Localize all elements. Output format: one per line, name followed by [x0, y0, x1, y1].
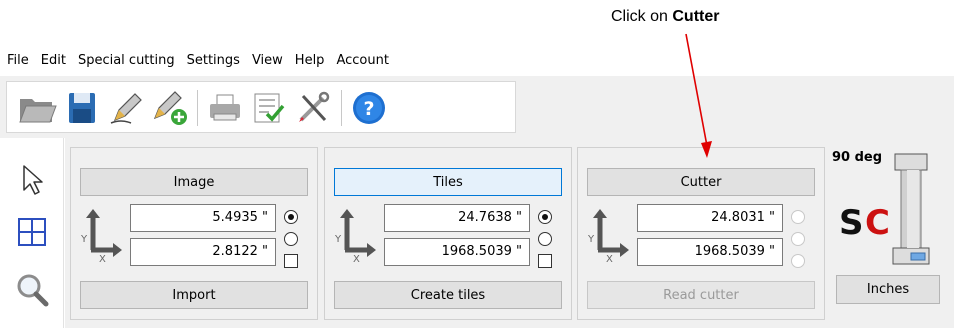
cutter-height-radio[interactable] — [791, 232, 805, 246]
image-lock-checkbox[interactable] — [284, 254, 298, 268]
create-tiles-button[interactable]: Create tiles — [334, 281, 562, 309]
cutter-width-field[interactable]: 24.8031 " — [637, 204, 783, 232]
pointer-arrow-icon[interactable] — [12, 160, 52, 200]
axis-icon: Y X — [587, 209, 629, 262]
svg-text:?: ? — [363, 98, 374, 120]
image-height-radio[interactable] — [284, 232, 298, 246]
cutter-group: Cutter Y X 24.8031 " 1968.5039 " Read cu… — [577, 147, 825, 320]
inches-button[interactable]: Inches — [836, 275, 940, 304]
toolbar-separator — [197, 90, 198, 126]
open-folder-icon[interactable] — [17, 90, 57, 126]
axis-y-label: Y — [80, 234, 88, 245]
cutter-machine-icon[interactable]: S C — [837, 152, 941, 270]
axis-icon: Y X — [80, 209, 122, 262]
instruction-callout: Click on Cutter — [611, 8, 719, 26]
tool-column — [0, 138, 64, 328]
menu-bar: File Edit Special cutting Settings View … — [0, 48, 954, 72]
pen-edit-icon[interactable] — [105, 90, 145, 126]
tools-icon[interactable] — [293, 90, 333, 126]
checklist-icon[interactable] — [249, 90, 289, 126]
axis-x-label: X — [606, 254, 613, 262]
cutter-extra-radio[interactable] — [791, 254, 805, 268]
axis-icon: Y X — [334, 209, 376, 262]
main-panel: Image Y X 5.4935 " 2.8122 " Import Tiles… — [65, 138, 954, 328]
grid-select-icon[interactable] — [12, 212, 52, 252]
cutter-height-field[interactable]: 1968.5039 " — [637, 238, 783, 266]
print-icon[interactable] — [205, 90, 245, 126]
image-height-field[interactable]: 2.8122 " — [130, 238, 276, 266]
tiles-width-radio[interactable] — [538, 210, 552, 224]
orientation-box: 90 deg S C Inches — [829, 148, 946, 320]
axis-x-label: X — [353, 254, 360, 262]
menu-edit[interactable]: Edit — [41, 53, 66, 68]
menu-view[interactable]: View — [252, 53, 283, 68]
cutter-width-radio[interactable] — [791, 210, 805, 224]
logo-c: C — [865, 203, 890, 243]
toolbar-separator — [341, 90, 342, 126]
callout-target: Cutter — [672, 8, 720, 25]
menu-special-cutting[interactable]: Special cutting — [78, 53, 175, 68]
help-icon[interactable]: ? — [349, 90, 389, 126]
save-icon[interactable] — [61, 90, 101, 126]
tiles-lock-checkbox[interactable] — [538, 254, 552, 268]
tiles-group: Tiles Y X 24.7638 " 1968.5039 " Create t… — [324, 147, 572, 320]
image-button[interactable]: Image — [80, 168, 308, 196]
menu-account[interactable]: Account — [336, 53, 389, 68]
toolbar-strip: ? — [6, 81, 516, 133]
menu-settings[interactable]: Settings — [187, 53, 240, 68]
callout-prefix: Click on — [611, 8, 673, 25]
image-group: Image Y X 5.4935 " 2.8122 " Import — [70, 147, 318, 320]
read-cutter-button[interactable]: Read cutter — [587, 281, 815, 309]
axis-y-label: Y — [334, 234, 342, 245]
magnifier-icon[interactable] — [12, 270, 52, 310]
import-button[interactable]: Import — [80, 281, 308, 309]
toolbar: ? — [0, 76, 954, 138]
menu-help[interactable]: Help — [295, 53, 325, 68]
image-width-field[interactable]: 5.4935 " — [130, 204, 276, 232]
logo-s: S — [839, 203, 864, 243]
axis-y-label: Y — [587, 234, 595, 245]
tiles-width-field[interactable]: 24.7638 " — [384, 204, 530, 232]
pen-add-icon[interactable] — [149, 90, 189, 126]
cutter-button[interactable]: Cutter — [587, 168, 815, 196]
tiles-height-field[interactable]: 1968.5039 " — [384, 238, 530, 266]
menu-file[interactable]: File — [7, 53, 29, 68]
image-width-radio[interactable] — [284, 210, 298, 224]
tiles-button[interactable]: Tiles — [334, 168, 562, 196]
tiles-height-radio[interactable] — [538, 232, 552, 246]
axis-x-label: X — [99, 254, 106, 262]
